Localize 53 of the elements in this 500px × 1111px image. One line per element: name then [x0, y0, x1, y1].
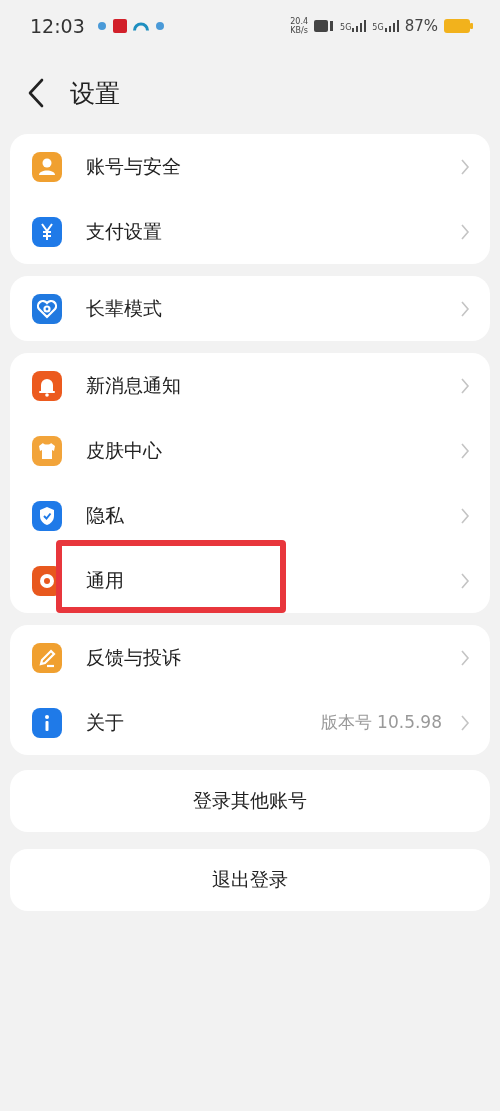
settings-item[interactable]: 支付设置 [10, 199, 490, 264]
page-title: 设置 [70, 77, 120, 110]
chevron-icon [460, 222, 470, 241]
status-time: 12:03 [30, 15, 85, 37]
settings-item[interactable]: 新消息通知 [10, 353, 490, 418]
action-button[interactable]: 退出登录 [10, 849, 490, 911]
item-label: 皮肤中心 [86, 437, 163, 463]
settings-item[interactable]: 关于 版本号 10.5.98 [10, 690, 490, 755]
item-label: 长辈模式 [86, 295, 163, 321]
chevron-icon [460, 648, 470, 667]
shield-icon [32, 500, 62, 531]
pencil-icon [32, 642, 62, 673]
yen-icon [32, 216, 62, 247]
signal-icon [352, 20, 367, 32]
bell-icon [32, 370, 62, 401]
person-icon [32, 151, 62, 182]
version-text: 版本号 10.5.98 [320, 711, 442, 734]
item-label: 反馈与投诉 [86, 644, 182, 670]
net-speed-unit: KB/s [290, 26, 308, 35]
chevron-icon [460, 713, 470, 732]
app-notification-icon [96, 21, 107, 31]
item-label: 关于 [86, 709, 125, 735]
settings-item[interactable]: 隐私 [10, 483, 490, 548]
app-notification-icon [112, 19, 127, 33]
settings-item[interactable]: 皮肤中心 [10, 418, 490, 483]
arc-icon [132, 21, 149, 31]
battery-icon [444, 18, 474, 34]
chevron-icon [460, 299, 470, 318]
app-notification-icon [154, 21, 165, 31]
item-label: 账号与安全 [86, 153, 182, 179]
item-label: 隐私 [86, 502, 125, 528]
action-button[interactable]: 登录其他账号 [10, 770, 490, 832]
info-icon [32, 707, 62, 738]
network-type: 5G [372, 23, 384, 32]
settings-item[interactable]: 账号与安全 [10, 134, 490, 199]
item-label: 通用 [86, 567, 125, 593]
item-label: 新消息通知 [86, 372, 182, 398]
battery-percent: 87% [404, 17, 438, 35]
shirt-icon [32, 435, 62, 466]
settings-item[interactable]: 长辈模式 [10, 276, 490, 341]
chevron-icon [460, 376, 470, 395]
settings-item[interactable]: 反馈与投诉 [10, 625, 490, 690]
network-type: 5G [340, 23, 352, 32]
item-label: 支付设置 [86, 218, 163, 244]
back-icon[interactable] [26, 78, 46, 108]
net-speed: 20.4 [290, 17, 309, 26]
chevron-icon [460, 506, 470, 525]
chevron-icon [460, 441, 470, 460]
hd-icon [314, 19, 335, 33]
chevron-icon [460, 157, 470, 176]
chevron-icon [460, 571, 470, 590]
signal-icon [384, 20, 399, 32]
settings-item[interactable]: 通用 [10, 548, 490, 613]
